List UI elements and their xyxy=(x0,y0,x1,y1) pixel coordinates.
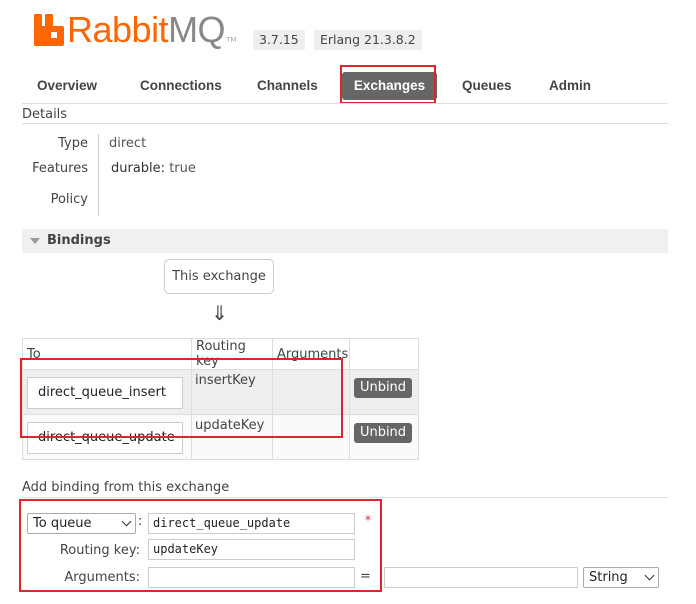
rabbit-logo-icon xyxy=(34,14,64,46)
add-binding-divider xyxy=(22,497,668,498)
tab-connections[interactable]: Connections xyxy=(140,78,222,93)
col-arguments: Arguments xyxy=(272,338,350,370)
unbind-button[interactable]: Unbind xyxy=(354,378,412,398)
chevron-down-icon xyxy=(644,570,655,581)
arguments-cell xyxy=(273,415,349,418)
tab-channels[interactable]: Channels xyxy=(257,78,318,93)
details-heading: Details xyxy=(22,107,68,122)
col-actions xyxy=(349,338,419,370)
tab-overview[interactable]: Overview xyxy=(37,78,97,93)
unbind-button[interactable]: Unbind xyxy=(354,423,412,443)
bindings-section-toggle[interactable]: Bindings xyxy=(22,229,668,253)
table-row: direct_queue_update updateKey Unbind xyxy=(22,414,419,460)
destination-input[interactable]: direct_queue_update xyxy=(148,513,355,534)
queue-link[interactable]: direct_queue_update xyxy=(27,422,183,454)
details-vertical-divider xyxy=(98,134,99,216)
bindings-heading: Bindings xyxy=(47,233,111,248)
chevron-down-icon xyxy=(121,516,132,527)
tab-queues[interactable]: Queues xyxy=(462,78,512,93)
logo-wordmark: RabbitMQ xyxy=(67,9,226,50)
bindings-table: To Routing key Arguments direct_queue_in… xyxy=(22,338,419,460)
routing-key-label: Routing key: xyxy=(59,543,140,558)
nav-divider xyxy=(22,103,668,104)
argument-type-select[interactable]: String xyxy=(583,567,659,588)
col-routing-key: Routing key xyxy=(191,338,273,370)
trademark-mark: TM xyxy=(226,36,237,44)
features-value: durable: true xyxy=(111,161,196,176)
details-divider xyxy=(22,123,668,124)
argument-value-input[interactable] xyxy=(384,567,578,588)
routing-key-input[interactable]: updateKey xyxy=(148,539,355,560)
type-value: direct xyxy=(109,136,147,151)
equals-sign: = xyxy=(360,569,371,584)
collapse-triangle-icon xyxy=(30,238,40,244)
col-to: To xyxy=(22,338,192,370)
add-binding-heading: Add binding from this exchange xyxy=(22,480,230,495)
version-badge: 3.7.15 xyxy=(253,30,305,50)
table-row: direct_queue_insert insertKey Unbind xyxy=(22,369,419,415)
features-label: Features xyxy=(32,161,88,176)
this-exchange-box: This exchange xyxy=(164,259,274,294)
tab-admin[interactable]: Admin xyxy=(549,78,591,93)
colon-separator: : xyxy=(138,514,143,529)
table-header-row: To Routing key Arguments xyxy=(22,338,419,370)
required-marker: * xyxy=(365,513,371,527)
argument-key-input[interactable] xyxy=(148,567,355,588)
queue-link[interactable]: direct_queue_insert xyxy=(27,377,183,409)
down-arrow-icon: ⇓ xyxy=(211,301,228,325)
erlang-version-badge: Erlang 21.3.8.2 xyxy=(314,30,422,50)
tab-exchanges[interactable]: Exchanges xyxy=(342,72,437,100)
policy-label: Policy xyxy=(50,192,88,207)
rabbitmq-logo[interactable]: RabbitMQ TM xyxy=(34,12,236,48)
arguments-cell xyxy=(273,370,349,373)
main-nav: Overview Connections Channels Exchanges … xyxy=(22,70,668,104)
type-label: Type xyxy=(58,136,88,151)
destination-type-select[interactable]: To queue xyxy=(27,513,136,534)
routing-key-cell: updateKey xyxy=(195,418,265,433)
arguments-label: Arguments: xyxy=(64,570,140,585)
routing-key-cell: insertKey xyxy=(195,373,256,388)
